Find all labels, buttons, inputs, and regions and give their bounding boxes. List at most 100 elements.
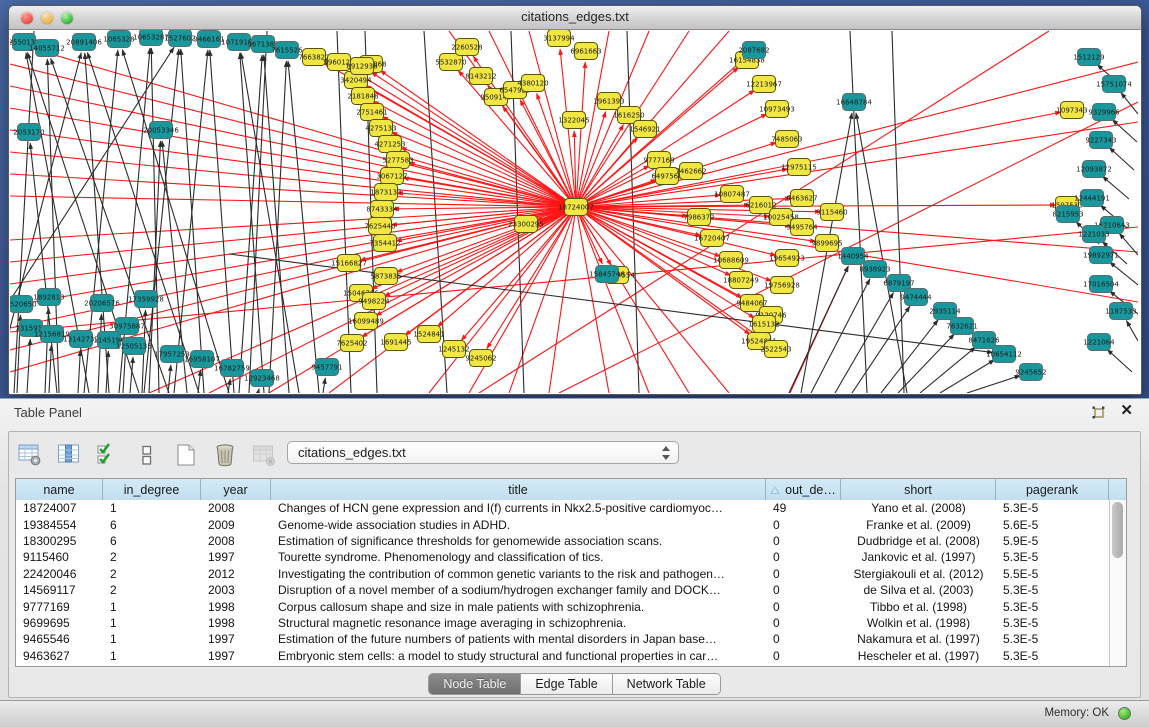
graph-node[interactable]: 1615132 — [748, 316, 779, 333]
show-columns-icon[interactable] — [56, 442, 82, 468]
graph-node[interactable]: 12213967 — [746, 76, 782, 93]
column-header-name[interactable]: name — [16, 479, 103, 500]
graph-node[interactable]: 7625440 — [364, 218, 395, 235]
graph-node[interactable]: 19892971 — [1083, 247, 1119, 264]
graph-node[interactable]: 8143212 — [465, 68, 496, 85]
unselect-all-columns-icon[interactable] — [134, 442, 160, 468]
graph-node[interactable]: 2522543 — [760, 341, 791, 358]
table-row[interactable]: 1830029562008Estimation of significance … — [16, 533, 1110, 549]
column-header-pagerank[interactable]: pagerank — [996, 479, 1109, 500]
network-graph[interactable]: 1872400722408683420494218184827514614275… — [10, 30, 1138, 393]
graph-node[interactable]: 1221064 — [1083, 334, 1115, 351]
tab-edge-table[interactable]: Edge Table — [521, 673, 612, 695]
graph-node[interactable]: 4380120 — [517, 75, 548, 92]
graph-node[interactable]: 5873835 — [370, 268, 401, 285]
graph-node[interactable]: 9777169 — [643, 152, 674, 169]
column-header-in_degree[interactable]: in_degree — [103, 479, 201, 500]
table-row[interactable]: 977716911998Corpus callosum shape and si… — [16, 598, 1110, 614]
graph-node[interactable]: 19756928 — [764, 277, 800, 294]
graph-node[interactable]: 7354412 — [369, 235, 400, 252]
graph-node[interactable]: 2935114 — [929, 303, 961, 320]
graph-node[interactable]: 7485063 — [771, 131, 802, 148]
graph-node[interactable]: 15751074 — [1096, 76, 1132, 93]
graph-node[interactable]: 7615526 — [271, 42, 303, 59]
graph-node[interactable]: 1892813 — [33, 289, 64, 306]
delete-columns-icon[interactable] — [212, 442, 238, 468]
graph-node[interactable]: 9227343 — [1085, 132, 1116, 149]
table-mode-icon[interactable] — [17, 442, 43, 468]
column-header-year[interactable]: year — [201, 479, 271, 500]
graph-node[interactable]: 5277583 — [382, 152, 413, 169]
graph-node[interactable]: 9457791 — [311, 359, 342, 376]
graph-node[interactable]: 6961663 — [570, 43, 601, 60]
graph-node[interactable]: 12093872 — [1076, 161, 1112, 178]
graph-node[interactable]: 9245652 — [1015, 364, 1046, 381]
float-panel-icon[interactable] — [1092, 406, 1105, 419]
graph-node[interactable]: 15166827 — [331, 255, 367, 272]
graph-node[interactable]: 3137994 — [543, 30, 575, 47]
column-header-title[interactable]: title — [271, 479, 766, 500]
graph-node[interactable]: 8912936 — [346, 58, 378, 75]
column-header-short[interactable]: short — [841, 479, 996, 500]
graph-node[interactable]: 8938923 — [859, 261, 890, 278]
graph-node[interactable]: 7625402 — [336, 335, 367, 352]
graph-node[interactable]: 7462662 — [675, 163, 706, 180]
graph-node[interactable]: 4275133 — [365, 120, 396, 137]
create-new-column-icon[interactable] — [173, 442, 199, 468]
select-all-columns-icon[interactable] — [95, 442, 121, 468]
graph-node[interactable]: 1097343 — [1056, 102, 1087, 119]
graph-node[interactable]: 20206576 — [84, 295, 120, 312]
column-header-out_de[interactable]: out_de… — [766, 479, 841, 500]
graph-node[interactable]: 9115460 — [816, 204, 847, 221]
graph-node[interactable]: 9466161 — [193, 31, 224, 48]
graph-node[interactable]: 2053170 — [13, 124, 44, 141]
graph-node[interactable]: 9899695 — [811, 235, 842, 252]
graph-node[interactable]: 5532870 — [435, 54, 466, 71]
graph-node[interactable]: 2087682 — [738, 42, 769, 59]
graph-node[interactable]: 3067127 — [376, 168, 407, 185]
graph-node[interactable]: 9245062 — [465, 350, 496, 367]
graph-node[interactable]: 9463627 — [786, 190, 817, 207]
scrollbar-thumb[interactable] — [1112, 502, 1123, 558]
graph-node[interactable]: 1527602 — [164, 30, 195, 47]
graph-node[interactable]: 2181848 — [347, 88, 378, 105]
graph-node[interactable]: 19654923 — [769, 250, 805, 267]
graph-node[interactable]: 7986372 — [683, 209, 714, 226]
graph-node[interactable]: 9474444 — [900, 289, 932, 306]
graph-node[interactable]: 9498224 — [358, 293, 390, 310]
network-canvas[interactable]: 1872400722408683420494218184827514614275… — [10, 30, 1138, 393]
graph-node[interactable]: 1221033 — [1078, 226, 1109, 243]
graph-node[interactable]: 17016504 — [1083, 276, 1119, 293]
graph-node[interactable]: 16648784 — [836, 94, 872, 111]
tab-network-table[interactable]: Network Table — [613, 673, 721, 695]
table-row[interactable]: 946362711997Embryonic stem cells: a mode… — [16, 648, 1110, 664]
graph-node[interactable]: 2751461 — [356, 104, 387, 121]
table-row[interactable]: 1456911722003Disruption of a novel membe… — [16, 582, 1110, 598]
table-row[interactable]: 946554611997Estimation of the future num… — [16, 631, 1110, 647]
graph-node[interactable]: 1691445 — [380, 334, 411, 351]
graph-node[interactable]: 9495764 — [786, 219, 818, 236]
graph-node[interactable]: 1187533 — [1105, 303, 1136, 320]
table-row[interactable]: 1938455462009Genome-wide association stu… — [16, 516, 1110, 532]
table-row[interactable]: 2242004622012Investigating the contribut… — [16, 566, 1110, 582]
table-row[interactable]: 1872400712008Changes of HCN gene express… — [16, 500, 1110, 516]
graph-node[interactable]: 9329966 — [1088, 104, 1120, 121]
table-row[interactable]: 911546021997Tourette syndrome. Phenomeno… — [16, 549, 1110, 565]
graph-node[interactable]: 1546921 — [629, 121, 660, 138]
graph-node[interactable]: 1873133 — [370, 184, 401, 201]
graph-node[interactable]: 2260528 — [451, 39, 482, 56]
graph-node[interactable]: 1512129 — [1073, 49, 1104, 66]
table-row[interactable]: 969969511998Structural magnetic resonanc… — [16, 615, 1110, 631]
tab-node-table[interactable]: Node Table — [428, 673, 521, 695]
close-panel-icon[interactable]: ✕ — [1120, 403, 1133, 419]
graph-node[interactable]: 1322045 — [558, 112, 589, 129]
window-titlebar[interactable]: citations_edges.txt — [9, 6, 1141, 30]
graph-node[interactable]: 8743334 — [366, 201, 398, 218]
graph-node[interactable]: 4271253 — [374, 136, 405, 153]
graph-node[interactable]: 7632621 — [946, 318, 977, 335]
table-scrollbar[interactable] — [1109, 500, 1126, 666]
graph-node[interactable]: 1524841 — [413, 326, 444, 343]
graph-node[interactable]: 8215953 — [1052, 206, 1083, 223]
delete-table-icon[interactable] — [251, 442, 277, 468]
table-selector-dropdown[interactable]: citations_edges.txt — [287, 441, 679, 464]
